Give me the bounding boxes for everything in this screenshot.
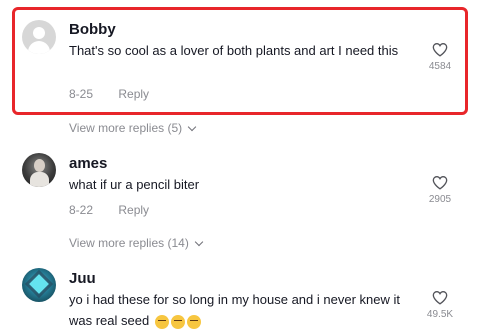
reply-button[interactable]: Reply — [118, 87, 149, 101]
comment-text: what if ur a pencil biter — [69, 177, 200, 192]
crying-laughing-emoji — [170, 314, 185, 329]
avatar[interactable] — [22, 268, 56, 302]
chevron-down-icon — [194, 237, 204, 247]
username[interactable]: Bobby — [69, 21, 116, 38]
comment-meta: 8-25 Reply — [69, 87, 149, 101]
username[interactable]: ames — [69, 155, 107, 172]
view-more-replies-label: View more replies (14) — [69, 236, 189, 250]
view-more-replies-label: View more replies (5) — [69, 121, 183, 135]
comment-date: 8-25 — [69, 87, 94, 101]
like-count: 4584 — [428, 61, 452, 72]
comment-text: That's so cool as a lover of both plants… — [69, 43, 399, 58]
crying-laughing-emoji — [186, 314, 201, 329]
avatar-body-shape — [30, 172, 49, 187]
comment-text: yo i had these for so long in my house a… — [69, 289, 414, 331]
crying-laughing-emoji — [154, 314, 169, 329]
reply-button[interactable]: Reply — [118, 203, 149, 217]
avatar-shoulders-shape — [28, 41, 50, 54]
like-button[interactable]: 2905 — [422, 175, 458, 205]
view-more-replies-button[interactable]: View more replies (14) — [69, 236, 204, 250]
like-count: 2905 — [428, 194, 452, 205]
like-count: 49.5K — [426, 309, 454, 320]
like-button[interactable]: 4584 — [422, 42, 458, 72]
view-more-replies-button[interactable]: View more replies (5) — [69, 121, 197, 135]
username[interactable]: Juu — [69, 270, 96, 287]
comment-meta: 8-22 Reply — [69, 203, 149, 217]
comment-date: 8-22 — [69, 203, 94, 217]
heart-outline-icon — [432, 43, 448, 57]
comment-body: yo i had these for so long in my house a… — [69, 292, 400, 328]
heart-outline-icon — [432, 291, 448, 305]
chevron-down-icon — [187, 122, 197, 132]
avatar-face-shape — [34, 159, 45, 172]
heart-outline-icon — [432, 176, 448, 190]
avatar[interactable] — [22, 153, 56, 187]
avatar[interactable] — [22, 20, 56, 54]
like-button[interactable]: 49.5K — [422, 290, 458, 320]
avatar-head-shape — [33, 27, 45, 39]
avatar-diamond-shape — [29, 274, 49, 294]
